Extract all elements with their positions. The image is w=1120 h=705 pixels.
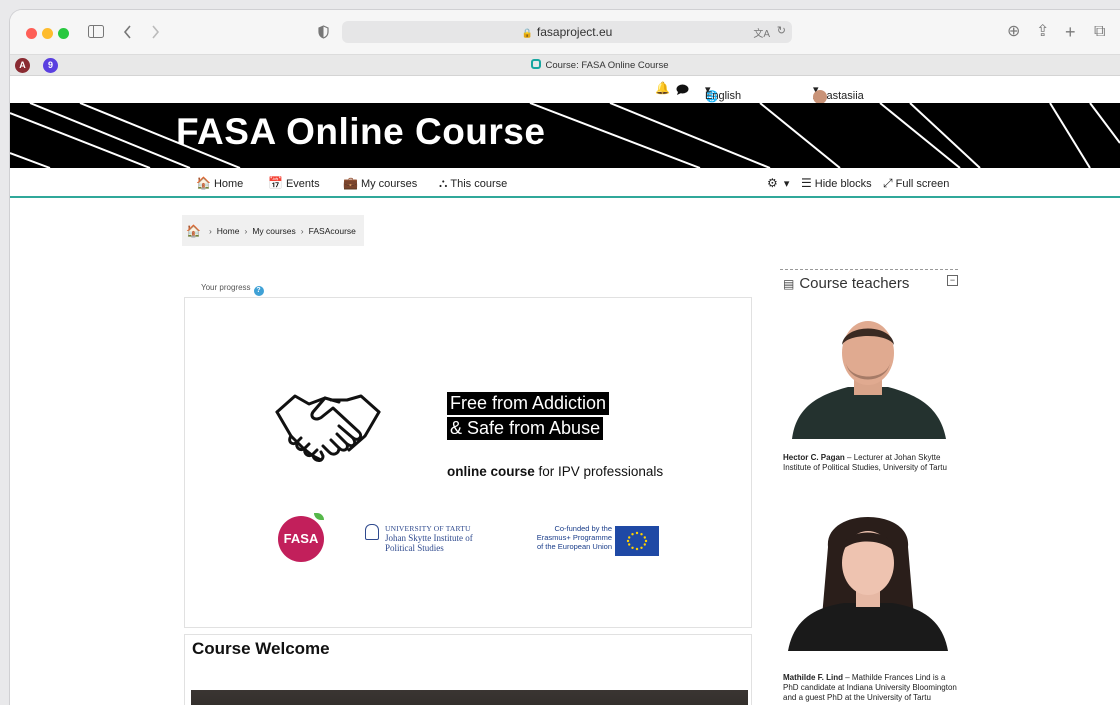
nav-my-courses[interactable]: 💼 My courses	[343, 176, 417, 190]
course-subtitle: online course for IPV professionals	[447, 464, 663, 479]
home-icon: 🏠	[196, 176, 211, 190]
active-tab[interactable]: Course: FASA Online Course	[80, 59, 1120, 71]
eu-line-1: Co-funded by the	[554, 524, 612, 533]
hide-blocks-button[interactable]: ☰ Hide blocks	[801, 176, 872, 190]
teacher-name: Mathilde F. Lind	[783, 673, 843, 682]
calendar-icon: 📅	[268, 176, 283, 190]
progress-label: Your progress?	[201, 283, 264, 296]
university-emblem-icon	[365, 524, 379, 540]
new-tab-icon[interactable]: +	[1065, 22, 1076, 42]
tab-title: Course: FASA Online Course	[545, 60, 669, 71]
course-welcome-section: Course Welcome	[184, 634, 752, 705]
breadcrumb-separator: ›	[300, 226, 304, 236]
breadcrumb-separator: ›	[244, 226, 248, 236]
nav-events-label: Events	[285, 178, 320, 190]
tartu-university-text: UNIVERSITY OF TARTU	[385, 524, 471, 533]
lock-icon: 🔒	[521, 28, 533, 38]
full-screen-label: Full screen	[895, 178, 950, 190]
user-menu[interactable]: Anastasiia Turusinova ▾	[813, 83, 867, 114]
notifications-bell-icon[interactable]: 🔔	[655, 81, 670, 95]
briefcase-icon: 💼	[343, 176, 358, 190]
teacher-bio-hector: Hector C. Pagan – Lecturer at Johan Skyt…	[783, 453, 959, 473]
welcome-video[interactable]	[191, 690, 748, 705]
eu-flag-icon	[615, 526, 659, 556]
teacher-name: Hector C. Pagan	[783, 453, 845, 462]
gear-icon: ⚙	[767, 176, 778, 190]
hide-blocks-label: Hide blocks	[814, 178, 872, 190]
course-image-card: Free from Addiction & Safe from Abuse on…	[184, 297, 752, 628]
fasa-logo: FASA	[278, 513, 324, 562]
downloads-icon[interactable]: ⊕	[1007, 22, 1020, 42]
course-banner: FASA Online Course	[10, 103, 1120, 168]
tartu-institute-text: Johan Skytte Institute of Political Studi…	[385, 533, 473, 553]
block-title: ▤ Course teachers	[783, 275, 909, 292]
nav-my-courses-label: My courses	[360, 178, 418, 190]
url-text: fasaproject.eu	[536, 25, 613, 39]
user-avatar	[813, 90, 827, 104]
forward-icon[interactable]	[151, 25, 160, 39]
leaf-icon	[314, 513, 324, 520]
nav-home-label: Home	[213, 178, 244, 190]
outdent-icon: ☰	[801, 176, 812, 190]
minimize-window-button[interactable]	[42, 28, 53, 39]
breadcrumb-separator: ›	[208, 226, 212, 236]
course-title: FASA Online Course	[176, 111, 546, 152]
breadcrumb-my-courses[interactable]: My courses	[252, 226, 295, 236]
reload-icon[interactable]: ↻	[777, 24, 786, 37]
handshake-icon	[275, 394, 381, 462]
pinned-tab-1[interactable]: A	[15, 58, 30, 73]
messages-icon[interactable]	[676, 84, 689, 95]
tab-bar: A 9 Course: FASA Online Course	[10, 54, 1120, 76]
full-screen-button[interactable]: ⤢ Full screen	[883, 176, 949, 191]
course-tagline: Free from Addiction & Safe from Abuse	[447, 392, 610, 442]
list-icon: ▤	[783, 277, 795, 291]
eu-line-2: Erasmus+ Programme	[536, 533, 612, 542]
nav-this-course-label: This course	[450, 178, 508, 190]
privacy-shield-icon[interactable]	[318, 25, 329, 39]
subtitle-rest: for IPV professionals	[534, 464, 664, 479]
breadcrumb-home[interactable]: Home	[217, 226, 240, 236]
tartu-institute-line-2: Political Studies	[385, 543, 444, 553]
sidebar-icon[interactable]	[88, 25, 104, 38]
breadcrumb: 🏠 › Home › My courses › FASAcourse	[182, 215, 364, 246]
teacher-bio-mathilde: Mathilde F. Lind – Mathilde Frances Lind…	[783, 673, 959, 703]
zoom-window-button[interactable]	[58, 28, 69, 39]
tab-overview-icon[interactable]: ⧉	[1094, 22, 1105, 42]
subtitle-bold: online course	[447, 464, 535, 479]
nav-home[interactable]: 🏠 Home	[196, 176, 243, 190]
tagline-line-1: Free from Addiction	[447, 392, 610, 415]
course-teachers-block: ▤ Course teachers − Hector C. Pagan – Lec…	[780, 269, 958, 705]
translate-icon[interactable]: 文A	[753, 25, 770, 40]
course-welcome-title: Course Welcome	[192, 639, 330, 658]
eu-line-3: of the European Union	[536, 542, 612, 551]
nav-events[interactable]: 📅 Events	[268, 176, 320, 190]
help-icon[interactable]: ?	[253, 286, 264, 296]
browser-toolbar: 🔒 fasaproject.eu 文A ↻ ⊕ ⇪ + ⧉	[10, 10, 1120, 54]
course-nav-bar: 🏠 Home 📅 Events 💼 My courses ⛬ This course ⚙…	[10, 168, 1120, 198]
close-window-button[interactable]	[26, 28, 37, 39]
site-favicon-icon	[531, 59, 542, 69]
collapse-block-button[interactable]: −	[947, 275, 958, 286]
nav-this-course[interactable]: ⛬ This course	[439, 176, 507, 191]
sitemap-icon: ⛬	[439, 176, 448, 190]
pinned-tab-2[interactable]: 9	[43, 58, 58, 73]
expand-icon: ⤢	[883, 176, 893, 190]
language-menu[interactable]: 🌐English (en) ▾	[705, 83, 741, 114]
tartu-institute-line-1: Johan Skytte Institute of	[385, 533, 473, 543]
progress-text: Your progress	[201, 283, 251, 292]
share-icon[interactable]: ⇪	[1036, 22, 1049, 42]
teacher-photo-mathilde	[788, 517, 948, 651]
block-title-text: Course teachers	[799, 275, 910, 292]
home-icon[interactable]: 🏠	[186, 224, 201, 238]
fasa-logo-text: FASA	[283, 531, 319, 546]
browser-window: 🔒 fasaproject.eu 文A ↻ ⊕ ⇪ + ⧉ A 9 Course:…	[10, 10, 1120, 705]
erasmus-text: Co-funded by the Erasmus+ Programme of the…	[525, 524, 612, 551]
breadcrumb-course[interactable]: FASAcourse	[309, 226, 356, 236]
settings-menu[interactable]: ⚙ ▾	[767, 176, 789, 190]
address-bar[interactable]: 🔒 fasaproject.eu 文A ↻	[342, 21, 792, 43]
back-icon[interactable]	[123, 25, 132, 39]
tagline-line-2: & Safe from Abuse	[447, 417, 604, 440]
moodle-top-bar: 🔔 🌐English (en) ▾ Anastasiia Turusinova …	[10, 76, 1120, 114]
teacher-photo-hector	[792, 321, 946, 439]
